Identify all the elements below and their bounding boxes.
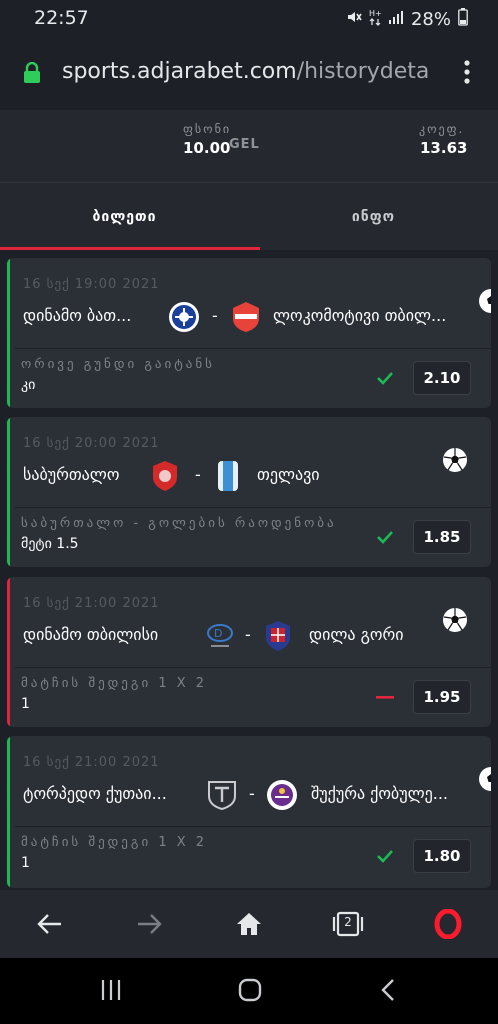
bet-card[interactable]: 16 სექ 21:00 2021 ტორპედო ქუთაი... - შუქ…	[7, 736, 491, 888]
tab-ticket[interactable]: ბილეთი	[0, 183, 249, 251]
clock: 22:57	[34, 7, 89, 29]
away-team: ლოკომოტივი თბილ...	[273, 306, 447, 325]
check-icon	[375, 368, 395, 388]
tabs-icon[interactable]: 2	[331, 907, 365, 941]
battery-percent: 28%	[410, 8, 451, 30]
match-teams: დინამო თბილისი D - დილა გორი	[23, 619, 485, 653]
selection: 1	[21, 855, 30, 871]
recents-icon[interactable]	[100, 978, 122, 1006]
market-name: მატჩის შედეგი 1 X 2	[21, 835, 208, 850]
browser-nav-bar: 2	[0, 890, 498, 958]
tab-count: 2	[344, 915, 352, 929]
stake-label: ფსონი	[183, 122, 232, 136]
odd-value: 2.10	[413, 361, 471, 395]
mute-icon	[346, 9, 362, 29]
selection: 1	[21, 696, 30, 712]
home-team: საბურთალო	[23, 465, 120, 484]
status-bar: 22:57 H+ 28%	[0, 0, 498, 36]
currency: GEL	[229, 137, 260, 152]
football-icon	[478, 288, 491, 314]
market-name: საბურთალო - გოლების რაოდენობა	[21, 516, 337, 531]
odd-value: 1.95	[413, 680, 471, 714]
result-bar-lost	[7, 577, 10, 727]
match-date: 16 სექ 20:00 2021	[23, 436, 160, 451]
home-team: დინამო თბილისი	[23, 625, 159, 644]
status-icons: H+ 28%	[346, 8, 468, 30]
saburtalo-logo	[148, 459, 182, 493]
home-team: ტორპედო ქუთაი...	[23, 784, 167, 803]
check-icon	[375, 846, 395, 866]
signal-icon	[388, 9, 404, 29]
forward-icon[interactable]	[132, 907, 166, 941]
stake-value: 10.00	[183, 139, 231, 157]
lost-dash-icon	[375, 687, 395, 707]
market-name: ორივე გუნდი გაიტანს	[21, 357, 215, 372]
bet-card[interactable]: 16 სექ 20:00 2021 საბურთალო - თელავი საბ…	[7, 417, 491, 567]
match-separator: -	[195, 465, 201, 484]
odd-value: 1.85	[413, 520, 471, 554]
match-teams: დინამო ბათ... - ლოკომოტივი თბილ...	[23, 300, 485, 334]
lokomotivi-tbilisi-logo	[229, 300, 263, 334]
market-name: მატჩის შედეგი 1 X 2	[21, 676, 208, 691]
dila-gori-logo	[261, 619, 295, 653]
divider	[15, 667, 491, 668]
away-team: თელავი	[257, 465, 320, 484]
svg-text:H+: H+	[369, 9, 381, 18]
active-tab-indicator	[0, 247, 260, 250]
match-date: 16 სექ 19:00 2021	[23, 277, 160, 292]
home-team: დინამო ბათ...	[23, 306, 132, 325]
football-icon	[442, 607, 468, 633]
result-bar-won	[7, 736, 10, 888]
match-teams: საბურთალო - თელავი	[23, 459, 485, 493]
opera-icon[interactable]	[431, 907, 465, 941]
selection: მეტი 1.5	[21, 536, 79, 552]
tab-info[interactable]: ინფო	[249, 183, 498, 251]
check-icon	[375, 527, 395, 547]
battery-icon	[458, 8, 468, 30]
match-separator: -	[249, 784, 255, 803]
system-nav-bar	[0, 958, 498, 1024]
football-icon	[478, 766, 491, 792]
url-path: /historydeta	[296, 59, 430, 84]
bet-summary: ფსონი 10.00 GEL კოეფ. 13.63	[0, 110, 498, 182]
torpedo-kutaisi-logo	[205, 778, 239, 812]
football-icon	[442, 447, 468, 473]
telavi-logo	[211, 459, 245, 493]
dinamo-batumi-logo	[167, 300, 201, 334]
divider	[15, 507, 491, 508]
match-separator: -	[212, 306, 218, 325]
shukura-kobuleti-logo	[265, 778, 299, 812]
data-icon: H+	[369, 8, 382, 30]
odds-label: კოეფ.	[419, 122, 465, 136]
back-icon[interactable]	[33, 907, 67, 941]
match-teams: ტორპედო ქუთაი... - შუქურა ქობულე...	[23, 778, 485, 812]
match-date: 16 სექ 21:00 2021	[23, 596, 160, 611]
match-separator: -	[245, 625, 251, 644]
away-team: შუქურა ქობულე...	[311, 784, 448, 803]
dinamo-tbilisi-logo: D	[203, 619, 237, 653]
total-odds-value: 13.63	[420, 139, 468, 157]
home-icon[interactable]	[232, 907, 266, 941]
url-field[interactable]: sports.adjarabet.com/historydeta	[62, 59, 442, 84]
more-vert-icon[interactable]	[464, 60, 470, 88]
divider	[15, 348, 491, 349]
divider	[15, 826, 491, 827]
odd-value: 1.80	[413, 839, 471, 873]
bet-card[interactable]: 16 სექ 21:00 2021 დინამო თბილისი D - დილ…	[7, 577, 491, 727]
home-circle-icon[interactable]	[238, 978, 262, 1006]
match-date: 16 სექ 21:00 2021	[23, 755, 160, 770]
url-host: sports.adjarabet.com	[62, 59, 297, 84]
bet-card[interactable]: 16 სექ 19:00 2021 დინამო ბათ... - ლოკომო…	[7, 258, 491, 408]
svg-text:D: D	[214, 627, 222, 640]
back-chevron-icon[interactable]	[380, 978, 396, 1006]
result-bar-won	[7, 258, 10, 408]
tab-bar: ბილეთი ინფო	[0, 182, 498, 250]
browser-address-bar: sports.adjarabet.com/historydeta	[0, 36, 498, 110]
lock-icon	[22, 61, 42, 88]
result-bar-won	[7, 417, 10, 567]
selection: კი	[21, 377, 36, 393]
